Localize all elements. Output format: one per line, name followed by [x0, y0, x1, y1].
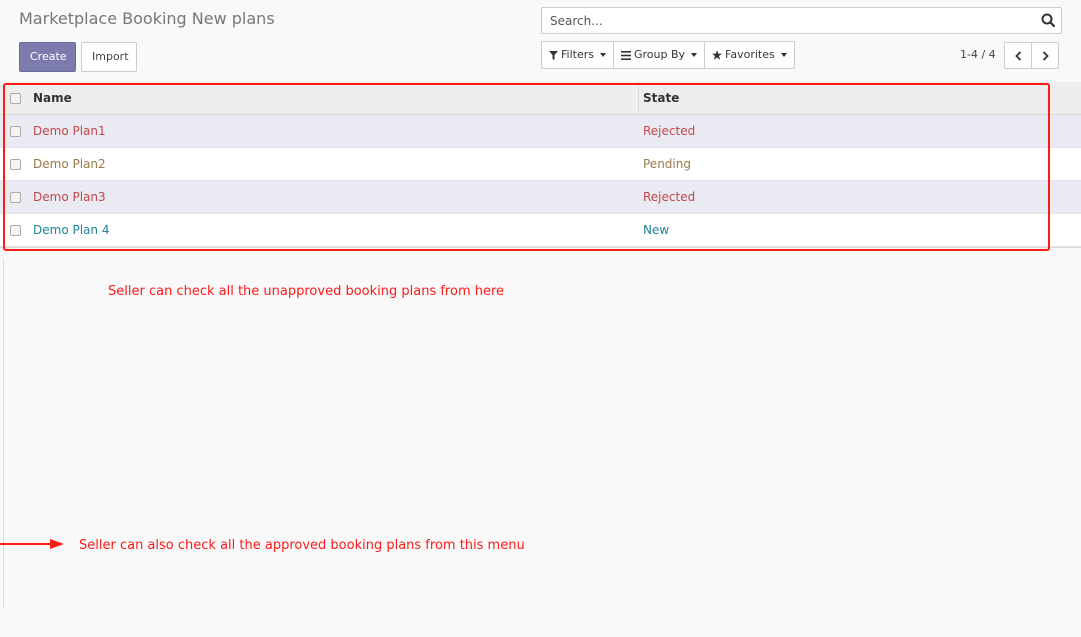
- filter-icon: [549, 50, 558, 60]
- annotation-unapproved-plans: Seller can check all the unapproved book…: [108, 284, 505, 299]
- column-divider: [638, 82, 639, 115]
- chevron-down-icon: [780, 53, 787, 57]
- create-button[interactable]: Create: [19, 42, 76, 72]
- column-header-name[interactable]: Name: [33, 91, 72, 105]
- filters-label: Filters: [561, 48, 594, 61]
- column-header-state[interactable]: State: [643, 91, 679, 105]
- plan-state: Rejected: [643, 124, 696, 138]
- table-row[interactable]: Demo Plan1 Rejected: [0, 115, 1081, 148]
- favorites-dropdown[interactable]: Favorites: [705, 42, 794, 68]
- arrow-right-icon: [0, 539, 64, 549]
- table-row[interactable]: Demo Plan2 Pending: [0, 148, 1081, 181]
- pager-previous-button[interactable]: [1004, 42, 1032, 69]
- search-input[interactable]: [542, 8, 1032, 33]
- row-checkbox[interactable]: [10, 192, 21, 203]
- plan-state: New: [643, 223, 670, 237]
- favorites-label: Favorites: [725, 48, 775, 61]
- control-panel: Marketplace Booking New plans Create Imp…: [0, 0, 1081, 80]
- import-button[interactable]: Import: [81, 42, 137, 72]
- table-header-row: Name State: [0, 82, 1081, 115]
- page-title: Marketplace Booking New plans: [19, 9, 275, 28]
- group-by-dropdown[interactable]: Group By: [614, 42, 706, 68]
- bars-icon: [620, 50, 631, 60]
- group-by-label: Group By: [633, 48, 686, 61]
- plan-name[interactable]: Demo Plan1: [33, 124, 106, 138]
- pager-value[interactable]: 1-4 / 4: [960, 48, 996, 61]
- row-checkbox[interactable]: [10, 159, 21, 170]
- row-checkbox[interactable]: [10, 126, 21, 137]
- annotation-approved-plans: Seller can also check all the approved b…: [79, 538, 525, 553]
- plan-state: Rejected: [643, 190, 696, 204]
- chevron-left-icon: [1014, 50, 1021, 61]
- pager-next-button[interactable]: [1031, 42, 1059, 69]
- plan-name[interactable]: Demo Plan3: [33, 190, 106, 204]
- panel-divider: [3, 258, 4, 608]
- chevron-down-icon: [599, 53, 606, 57]
- table-row[interactable]: Demo Plan 4 New: [0, 214, 1081, 247]
- filters-dropdown[interactable]: Filters: [542, 42, 614, 68]
- select-all-checkbox[interactable]: [10, 93, 21, 104]
- list-view-table: Name State Demo Plan1 Rejected Demo Plan…: [0, 82, 1081, 248]
- chevron-down-icon: [691, 53, 698, 57]
- search-options: Filters Group By Favorites: [541, 41, 795, 69]
- plan-state: Pending: [643, 157, 691, 171]
- search-box: [541, 7, 1062, 34]
- plan-name[interactable]: Demo Plan2: [33, 157, 106, 171]
- star-icon: [712, 50, 723, 60]
- chevron-right-icon: [1042, 50, 1049, 61]
- search-icon[interactable]: [1041, 13, 1055, 27]
- plan-name[interactable]: Demo Plan 4: [33, 223, 109, 237]
- row-checkbox[interactable]: [10, 225, 21, 236]
- table-row[interactable]: Demo Plan3 Rejected: [0, 181, 1081, 214]
